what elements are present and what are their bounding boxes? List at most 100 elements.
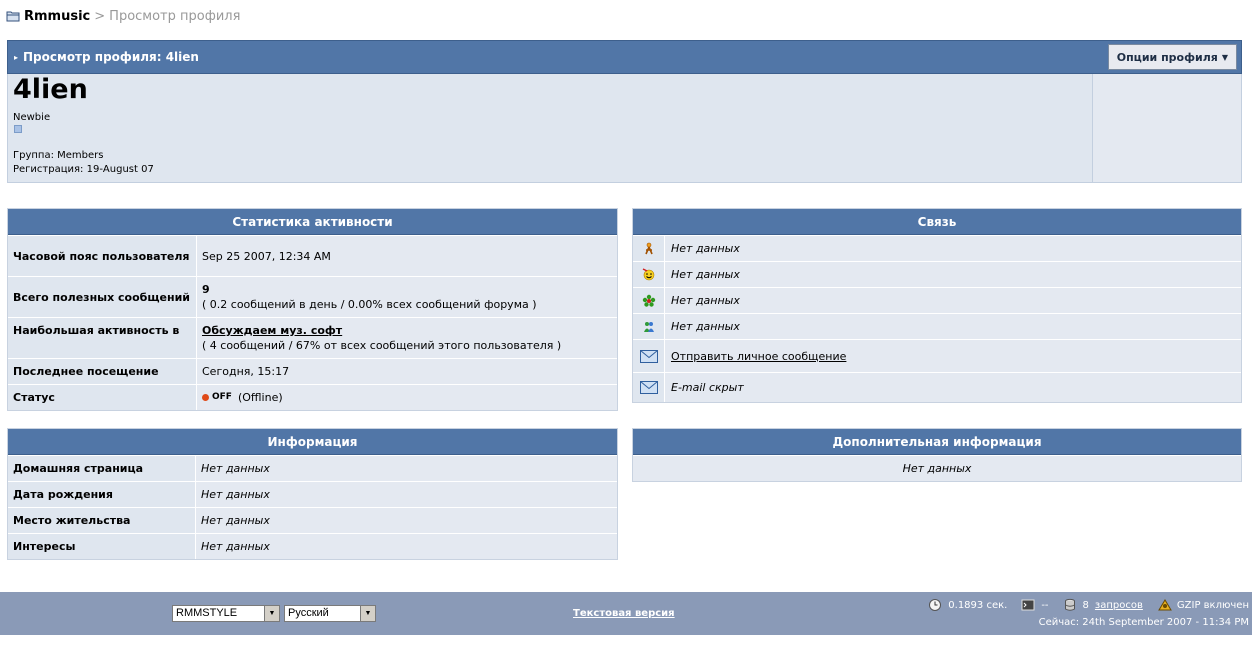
queries-count: 8 <box>1082 599 1089 611</box>
current-time: Сейчас: 24th September 2007 - 11:34 PM <box>1038 617 1249 628</box>
text-version-link[interactable]: Текстовая версия <box>573 608 675 619</box>
chevron-down-icon: ▼ <box>360 606 375 621</box>
row-label: Всего полезных сообщений <box>8 277 196 317</box>
profile-title-bar: ▸ Просмотр профиля: 4lien Опции профиля … <box>7 40 1242 74</box>
list-item: Нет данных <box>633 235 1241 261</box>
row-value: Sep 25 2007, 12:34 AM <box>202 249 331 263</box>
most-active-value: Обсуждаем муз. софт ( 4 сообщений / 67% … <box>196 318 617 358</box>
list-item: Нет данных <box>633 287 1241 313</box>
row-label: Статус <box>8 385 196 410</box>
contact-msn-value: Нет данных <box>664 314 1241 339</box>
breadcrumb-current: Просмотр профиля <box>109 8 241 24</box>
row-value: Сегодня, 15:17 <box>196 359 617 384</box>
most-active-forum-link[interactable]: Обсуждаем муз. софт <box>202 323 612 338</box>
server-load: -- <box>1041 599 1049 611</box>
row-label: Место жительства <box>8 508 195 533</box>
icq-icon <box>633 288 664 313</box>
profile-header: 4lien Newbie Группа: Members Регистрация… <box>7 74 1242 183</box>
list-item: Нет данных <box>633 313 1241 339</box>
skin-select[interactable]: RMMSTYLE ▼ <box>172 605 280 622</box>
rank-pip-icon <box>14 125 22 133</box>
table-row: Интересы Нет данных <box>8 533 617 559</box>
msn-icon <box>633 314 664 339</box>
server-icon <box>1021 598 1035 612</box>
row-label: Интересы <box>8 534 195 559</box>
extra-info-value: Нет данных <box>633 456 1241 481</box>
envelope-icon <box>633 373 664 402</box>
posts-count: 9 <box>202 283 210 296</box>
folder-icon <box>6 10 20 22</box>
list-item: Отправить личное сообщение <box>633 339 1241 372</box>
table-row: Место жительства Нет данных <box>8 507 617 533</box>
table-row: Нет данных <box>633 455 1241 481</box>
offline-dot-icon <box>202 394 209 401</box>
breadcrumb-separator: > <box>94 8 106 24</box>
info-title: Информация <box>8 429 617 455</box>
footer-stats: 0.1893 сек. -- 8 запросов GZIP включен <box>928 598 1249 612</box>
row-value: Нет данных <box>195 534 617 559</box>
breadcrumb: Rmmusic > Просмотр профиля <box>6 8 240 24</box>
row-value: Нет данных <box>195 456 617 481</box>
footer: RMMSTYLE ▼ Русский ▼ Текстовая версия 0.… <box>0 592 1252 635</box>
activity-panel: Статистика активности Часовой пояс польз… <box>7 208 618 411</box>
status-value: OFF (Offline) <box>196 385 617 410</box>
yahoo-icon <box>633 262 664 287</box>
language-select-value: Русский <box>288 607 329 619</box>
table-row: Последнее посещение Сегодня, 15:17 <box>8 358 617 384</box>
table-row: Статус OFF (Offline) <box>8 384 617 410</box>
row-value: Нет данных <box>195 508 617 533</box>
username: 4lien <box>13 74 88 105</box>
database-icon <box>1063 598 1077 612</box>
list-item: E-mail скрыт <box>633 372 1241 402</box>
info-panel: Информация Домашняя страница Нет данных … <box>7 428 618 560</box>
chevron-down-icon: ▼ <box>264 606 279 621</box>
contact-yahoo-value: Нет данных <box>664 262 1241 287</box>
profile-options-button[interactable]: Опции профиля ▼ <box>1107 44 1237 70</box>
table-row: Дата рождения Нет данных <box>8 481 617 507</box>
contact-icq-value: Нет данных <box>664 288 1241 313</box>
row-label: Домашняя страница <box>8 456 195 481</box>
table-row: Наибольшая активность в Обсуждаем муз. с… <box>8 317 617 358</box>
contact-aim-value: Нет данных <box>664 236 1241 261</box>
row-label: Часовой пояс пользователя <box>8 236 196 276</box>
gzip-status: GZIP включен <box>1176 599 1249 611</box>
member-group: Группа: Members <box>13 150 104 161</box>
extra-info-title: Дополнительная информация <box>633 429 1241 455</box>
contact-title: Связь <box>633 209 1241 235</box>
member-rank: Newbie <box>13 112 51 123</box>
timezone-value: Sep 25 2007, 12:34 AM <box>196 236 617 276</box>
row-value: Нет данных <box>195 482 617 507</box>
clock-icon <box>928 598 942 612</box>
gzip-icon <box>1157 598 1172 612</box>
row-label: Наибольшая активность в <box>8 318 196 358</box>
contact-panel: Связь Нет данных Нет данных Нет данных Н… <box>632 208 1242 403</box>
email-hidden-value: E-mail скрыт <box>664 373 1241 402</box>
avatar-cell <box>1092 74 1241 182</box>
last-visit-value: Сегодня, 15:17 <box>202 365 290 378</box>
list-item: Нет данных <box>633 261 1241 287</box>
activity-title: Статистика активности <box>8 209 617 235</box>
arrow-right-icon: ▸ <box>14 52 19 62</box>
queries-link[interactable]: запросов <box>1095 600 1143 611</box>
send-pm-cell: Отправить личное сообщение <box>664 340 1241 372</box>
row-label: Последнее посещение <box>8 359 196 384</box>
skin-select-value: RMMSTYLE <box>176 607 238 619</box>
page-title: Просмотр профиля: 4lien <box>23 50 199 64</box>
status-text: (Offline) <box>237 391 283 404</box>
table-row: Часовой пояс пользователя Sep 25 2007, 1… <box>8 235 617 276</box>
aim-icon <box>633 236 664 261</box>
envelope-icon <box>633 340 664 372</box>
row-label: Дата рождения <box>8 482 195 507</box>
join-date: Регистрация: 19-August 07 <box>13 164 154 175</box>
posts-value: 9 ( 0.2 сообщений в день / 0.00% всех со… <box>196 277 617 317</box>
table-row: Всего полезных сообщений 9 ( 0.2 сообщен… <box>8 276 617 317</box>
caret-down-icon: ▼ <box>1221 52 1228 62</box>
send-pm-link[interactable]: Отправить личное сообщение <box>671 350 846 363</box>
most-active-detail: ( 4 сообщений / 67% от всех сообщений эт… <box>202 339 562 352</box>
language-select[interactable]: Русский ▼ <box>284 605 376 622</box>
table-row: Домашняя страница Нет данных <box>8 455 617 481</box>
extra-info-panel: Дополнительная информация Нет данных <box>632 428 1242 482</box>
breadcrumb-home-link[interactable]: Rmmusic <box>24 9 90 24</box>
exec-time: 0.1893 сек. <box>948 599 1008 611</box>
status-badge: OFF <box>212 392 232 402</box>
